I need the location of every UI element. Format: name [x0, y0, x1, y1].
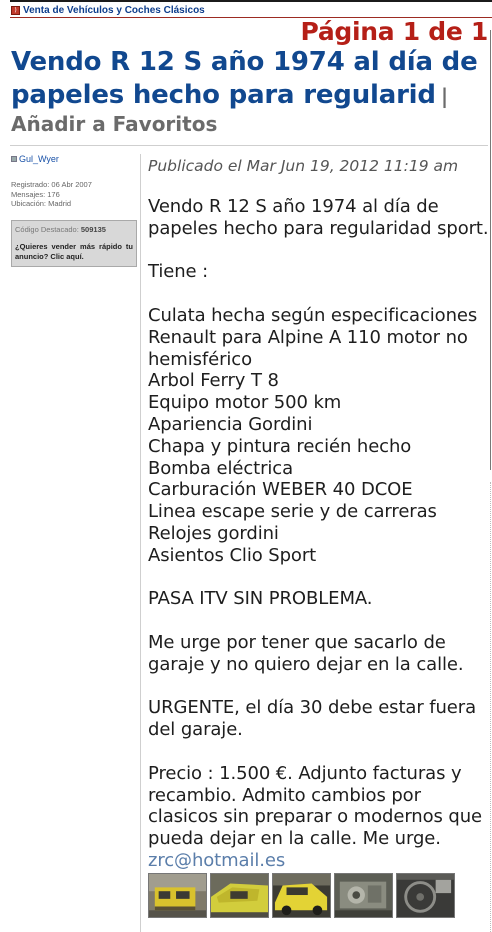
user-icon	[11, 156, 17, 162]
email-link[interactable]: zrc@hotmail.es	[148, 850, 285, 871]
promo-link[interactable]: ¿Quieres vender más rápido tu anuncio? C…	[15, 242, 133, 262]
feature-item: Asientos Clio Sport	[148, 544, 317, 566]
post-price-text: Precio : 1.500 €. Adjunto facturas y rec…	[148, 762, 483, 850]
topic-title[interactable]: Vendo R 12 S año 1974 al día de papeles …	[11, 47, 478, 110]
post-tiene: Tiene :	[148, 261, 209, 283]
content-border	[490, 30, 491, 470]
feature-item: Culata hecha según especificaciones Rena…	[148, 304, 478, 370]
photo-thumbnail[interactable]	[148, 873, 207, 918]
feature-item: Carburación WEBER 40 DCOE	[148, 479, 413, 501]
feature-item: Equipo motor 500 km	[148, 392, 342, 414]
author-meta: Registrado: 06 Abr 2007 Mensajes: 176 Ub…	[11, 180, 137, 209]
breadcrumb-forum-link[interactable]: Venta de Vehículos y Coches Clásicos	[23, 5, 205, 16]
topic-header: Vendo R 12 S año 1974 al día de papeles …	[11, 46, 487, 136]
feature-item: Relojes gordini	[148, 522, 279, 544]
post-price: Precio : 1.500 €. Adjunto facturas y rec…	[148, 763, 490, 872]
photo-thumbnail[interactable]	[396, 873, 455, 918]
author-location: Ubicación: Madrid	[11, 199, 72, 208]
photo-gallery	[148, 873, 455, 918]
author-posts: Mensajes: 176	[11, 189, 60, 199]
feature-item: Linea escape serie y de carreras	[148, 501, 437, 523]
username-row: Gul_Wyer	[11, 154, 137, 164]
photo-thumbnail[interactable]	[334, 873, 393, 918]
post-body: Publicado el Mar Jun 19, 2012 11:19 am V…	[148, 155, 490, 872]
author-username-link[interactable]: Gul_Wyer	[19, 154, 59, 164]
header-divider	[10, 145, 488, 146]
breadcrumb: ) Venta de Vehículos y Coches Clásicos	[11, 5, 205, 16]
promo-code: Código Destacado: 509135	[15, 225, 133, 234]
post-intro: Vendo R 12 S año 1974 al día de papeles …	[148, 196, 489, 239]
feature-item: Arbol Ferry T 8	[148, 370, 279, 392]
post-urge: Me urge por tener que sacarlo de garaje …	[148, 631, 464, 675]
promo-box: Código Destacado: 509135 ¿Quieres vender…	[11, 219, 137, 267]
author-registered: Registrado: 06 Abr 2007	[11, 180, 92, 189]
column-divider	[140, 154, 141, 932]
top-rule	[10, 0, 492, 2]
post-itv: PASA ITV SIN PROBLEMA.	[148, 588, 373, 610]
feature-item: Chapa y pintura recién hecho	[148, 435, 412, 457]
post-date: Publicado el Mar Jun 19, 2012 11:19 am	[148, 157, 459, 175]
photo-thumbnail[interactable]	[272, 873, 331, 918]
feature-item: Apariencia Gordini	[148, 413, 313, 435]
promo-code-value: 509135	[80, 224, 106, 234]
page-indicator: Página 1 de 1	[300, 17, 488, 46]
author-profile: Gul_Wyer Registrado: 06 Abr 2007 Mensaje…	[11, 154, 137, 267]
photo-thumbnail[interactable]	[210, 873, 269, 918]
rss-icon: )	[11, 6, 20, 15]
content-border-dotted	[490, 482, 491, 932]
promo-code-label: Código Destacado:	[15, 224, 79, 234]
post-urgente: URGENTE, el día 30 debe estar fuera del …	[148, 697, 477, 741]
post-content: Vendo R 12 S año 1974 al día de papeles …	[148, 196, 490, 872]
feature-item: Bomba eléctrica	[148, 457, 294, 479]
